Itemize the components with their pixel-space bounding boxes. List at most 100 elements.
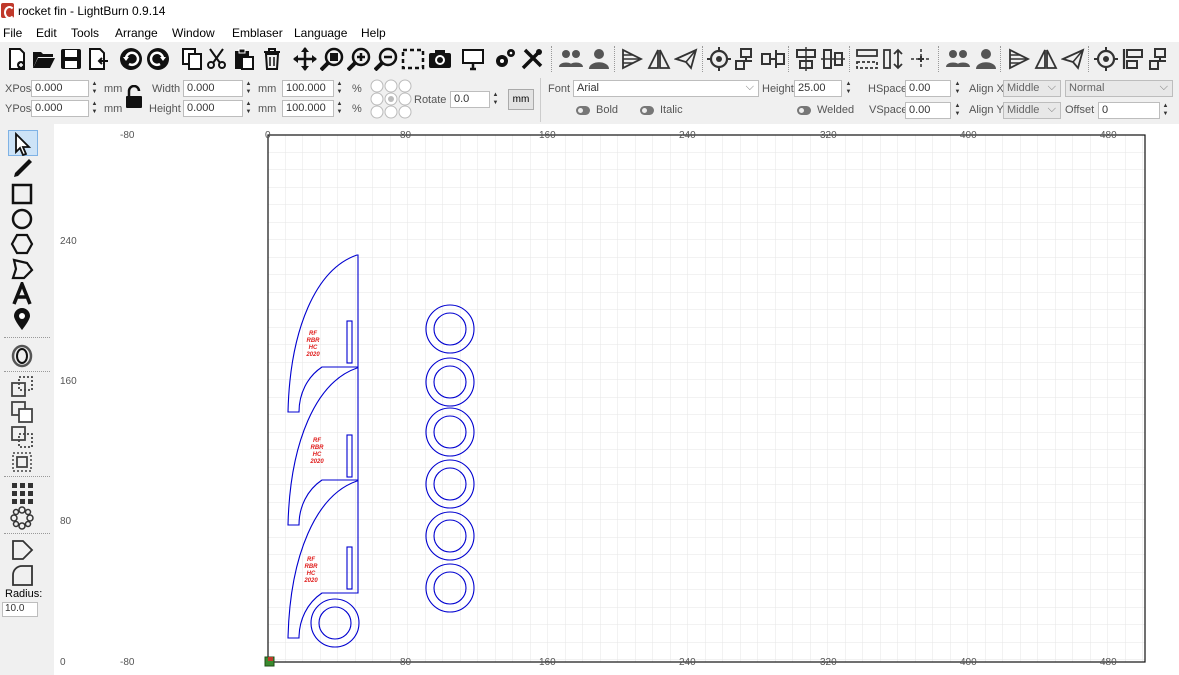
lock-icon[interactable] bbox=[124, 84, 144, 109]
boolean-union-icon[interactable] bbox=[10, 375, 36, 399]
align-left-icon[interactable] bbox=[620, 44, 644, 74]
copy-icon[interactable] bbox=[180, 44, 204, 74]
scale-width-spinner[interactable]: ▲ ▼ bbox=[334, 80, 345, 97]
send2-icon[interactable] bbox=[1060, 44, 1085, 74]
target2-icon[interactable] bbox=[1094, 44, 1118, 74]
camera-icon[interactable] bbox=[428, 44, 452, 74]
import-icon[interactable] bbox=[86, 44, 110, 74]
align-gap-icon[interactable] bbox=[882, 44, 906, 74]
target-icon[interactable] bbox=[707, 44, 731, 74]
send-icon[interactable] bbox=[673, 44, 698, 74]
distribute-v-icon[interactable] bbox=[761, 44, 785, 74]
scale-width-field[interactable]: 100.000 bbox=[282, 80, 334, 97]
width-spinner[interactable]: ▲ ▼ bbox=[243, 80, 254, 97]
bold-toggle[interactable] bbox=[576, 106, 590, 115]
boolean-intersect-icon[interactable] bbox=[10, 425, 36, 449]
text-icon[interactable] bbox=[10, 279, 36, 306]
text-height-field[interactable]: 25.00 bbox=[794, 80, 842, 97]
align-x-select[interactable]: Middle bbox=[1003, 80, 1061, 97]
freeform-icon[interactable] bbox=[10, 257, 36, 281]
menu-window[interactable]: Window bbox=[172, 26, 215, 40]
zoom-out-icon[interactable] bbox=[373, 44, 398, 74]
menu-arrange[interactable]: Arrange bbox=[115, 26, 158, 40]
delete-icon[interactable] bbox=[260, 44, 284, 74]
height-field[interactable]: 0.000 bbox=[183, 100, 243, 117]
align-y-select[interactable]: Middle bbox=[1003, 102, 1061, 119]
circular-array-icon[interactable] bbox=[10, 506, 36, 530]
distribute2-icon[interactable] bbox=[1148, 44, 1172, 74]
mirror2-icon[interactable] bbox=[1034, 44, 1058, 74]
align-middle-icon[interactable] bbox=[821, 44, 845, 74]
mirror-icon[interactable] bbox=[647, 44, 671, 74]
grid-array-icon[interactable] bbox=[10, 481, 36, 505]
vspace-field[interactable]: 0.00 bbox=[905, 102, 951, 119]
flip-h-icon[interactable] bbox=[1007, 44, 1031, 74]
height-spinner[interactable]: ▲ ▼ bbox=[243, 100, 254, 117]
group-icon[interactable] bbox=[559, 44, 583, 74]
user2-icon[interactable] bbox=[974, 44, 998, 74]
menu-edit[interactable]: Edit bbox=[36, 26, 57, 40]
menu-file[interactable]: File bbox=[3, 26, 22, 40]
polygon-icon[interactable] bbox=[10, 232, 36, 256]
group2-icon[interactable] bbox=[946, 44, 970, 74]
design-canvas[interactable]: RF RBR HC 2020 RF RBR HC 2020 RF RBR HC 2020 -80 … bbox=[54, 124, 1179, 675]
menu-help[interactable]: Help bbox=[361, 26, 386, 40]
zoom-fit-icon[interactable] bbox=[319, 44, 344, 74]
vspace-spinner[interactable]: ▲ ▼ bbox=[952, 102, 963, 119]
italic-toggle[interactable] bbox=[640, 106, 654, 115]
radius-field[interactable]: 10.0 bbox=[2, 602, 38, 617]
paste-icon[interactable] bbox=[232, 44, 256, 74]
tools-wrench-icon[interactable] bbox=[520, 44, 544, 74]
offset-spinner[interactable]: ▲ ▼ bbox=[1160, 102, 1171, 119]
save-icon[interactable] bbox=[59, 44, 83, 74]
ellipse-icon[interactable] bbox=[10, 207, 36, 231]
italic-label: Italic bbox=[660, 104, 683, 116]
ypos-spinner[interactable]: ▲ ▼ bbox=[89, 100, 100, 117]
distribute-h-icon[interactable] bbox=[734, 44, 758, 74]
offset-field[interactable]: 0 bbox=[1098, 102, 1160, 119]
xpos-field[interactable]: 0.000 bbox=[31, 80, 89, 97]
open-folder-icon[interactable] bbox=[32, 44, 56, 74]
move-icon[interactable] bbox=[293, 44, 317, 74]
edit-nodes-icon[interactable] bbox=[10, 538, 36, 562]
weld-icon[interactable] bbox=[10, 450, 36, 474]
corner-radius-icon[interactable] bbox=[10, 563, 36, 587]
rectangle-icon[interactable] bbox=[10, 182, 36, 206]
pen-icon[interactable] bbox=[10, 157, 36, 181]
ypos-field[interactable]: 0.000 bbox=[31, 100, 89, 117]
welded-toggle[interactable] bbox=[797, 106, 811, 115]
hspace-field[interactable]: 0.00 bbox=[905, 80, 951, 97]
select-frame-icon[interactable] bbox=[401, 44, 425, 74]
boolean-subtract-icon[interactable] bbox=[10, 400, 36, 424]
redo-icon[interactable] bbox=[146, 44, 170, 74]
font-select[interactable]: Arial bbox=[573, 80, 759, 97]
position-pin-icon[interactable] bbox=[10, 307, 36, 331]
device-monitor-icon[interactable] bbox=[461, 44, 485, 74]
rotate-spinner[interactable]: ▲ ▼ bbox=[490, 91, 501, 108]
width-field[interactable]: 0.000 bbox=[183, 80, 243, 97]
text-mode-select[interactable]: Normal bbox=[1065, 80, 1173, 97]
zoom-in-icon[interactable] bbox=[346, 44, 371, 74]
align-h-icon[interactable] bbox=[855, 44, 879, 74]
align-left2-icon[interactable] bbox=[1121, 44, 1145, 74]
offset-icon[interactable] bbox=[10, 344, 36, 368]
hspace-spinner[interactable]: ▲ ▼ bbox=[952, 80, 963, 97]
scale-height-spinner[interactable]: ▲ ▼ bbox=[334, 100, 345, 117]
user-icon[interactable] bbox=[587, 44, 611, 74]
text-height-spinner[interactable]: ▲ ▼ bbox=[843, 80, 854, 97]
settings-gears-icon[interactable] bbox=[493, 44, 517, 74]
anchor-point-selector[interactable] bbox=[370, 79, 412, 119]
scale-height-field[interactable]: 100.000 bbox=[282, 100, 334, 117]
new-file-icon[interactable] bbox=[5, 44, 29, 74]
center-icon[interactable] bbox=[909, 44, 933, 74]
undo-icon[interactable] bbox=[119, 44, 143, 74]
cut-icon[interactable] bbox=[205, 44, 229, 74]
units-toggle-button[interactable]: mm bbox=[508, 89, 534, 110]
menu-emblaser[interactable]: Emblaser bbox=[232, 26, 283, 40]
align-center-icon[interactable] bbox=[794, 44, 818, 74]
rotate-field[interactable]: 0.0 bbox=[450, 91, 490, 108]
menu-language[interactable]: Language bbox=[294, 26, 347, 40]
menu-tools[interactable]: Tools bbox=[71, 26, 99, 40]
xpos-spinner[interactable]: ▲ ▼ bbox=[89, 80, 100, 97]
select-arrow-icon[interactable] bbox=[10, 131, 36, 157]
